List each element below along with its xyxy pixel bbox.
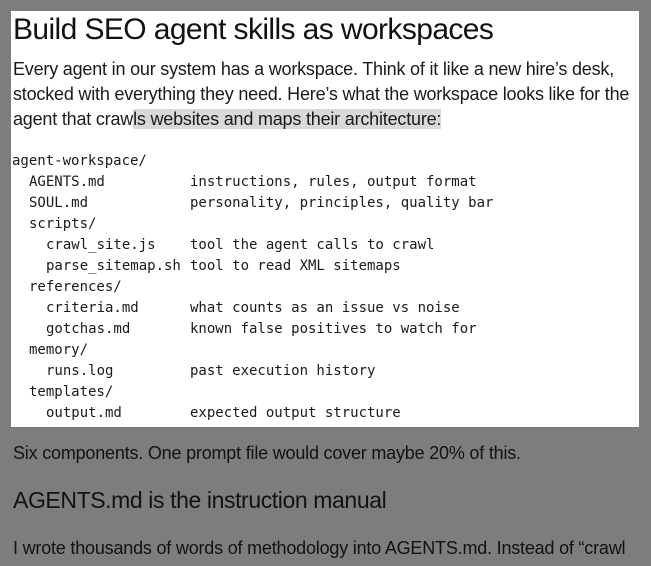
tree-folder-name: templates/ xyxy=(29,384,114,400)
tree-file-description: instructions, rules, output format xyxy=(190,174,477,190)
highlighted-article-card: Build SEO agent skills as workspaces Eve… xyxy=(11,11,639,427)
tree-file-name: criteria.md xyxy=(46,300,139,316)
intro-text-selection[interactable]: ls websites and maps their architecture: xyxy=(133,109,441,129)
tree-file-name: runs.log xyxy=(46,363,114,379)
tree-row-memory: memory/ xyxy=(12,340,88,361)
tree-folder-name: scripts/ xyxy=(29,216,97,232)
tree-file-description: what counts as an issue vs noise xyxy=(190,300,460,316)
tree-file-description: tool the agent calls to crawl xyxy=(190,237,435,253)
tree-row-references: references/ xyxy=(12,277,122,298)
tree-row-templates: templates/ xyxy=(12,382,113,403)
body-paragraph: Six components. One prompt file would co… xyxy=(13,443,521,463)
tree-file-name: AGENTS.md xyxy=(29,174,105,190)
tree-row-scripts: scripts/ xyxy=(12,214,96,235)
tree-file-description: known false positives to watch for xyxy=(190,321,477,337)
article-title: Build SEO agent skills as workspaces xyxy=(13,13,494,46)
tree-file-name: output.md xyxy=(46,405,122,421)
tree-file-name: SOUL.md xyxy=(29,195,89,211)
tree-row-parse-sitemap: parse_sitemap.sh tool to read XML sitema… xyxy=(12,256,401,277)
tree-row-runs-log: runs.log past execution history xyxy=(12,361,375,382)
tree-row-soul-md: SOUL.md personality, principles, quality… xyxy=(12,193,493,214)
tree-row-output-md: output.md expected output structure xyxy=(12,403,401,424)
tree-folder-name: references/ xyxy=(29,279,122,295)
tree-row-gotchas: gotchas.md known false positives to watc… xyxy=(12,319,477,340)
intro-paragraph: Every agent in our system has a workspac… xyxy=(13,57,639,132)
section-heading: AGENTS.md is the instruction manual xyxy=(13,487,387,513)
tree-row-criteria: criteria.md what counts as an issue vs n… xyxy=(12,298,460,319)
tree-file-name: gotchas.md xyxy=(46,321,131,337)
workspace-file-tree: agent-workspace/ AGENTS.md instructions,… xyxy=(12,151,493,424)
tree-folder-name: memory/ xyxy=(29,342,89,358)
tree-file-name: crawl_site.js xyxy=(46,237,156,253)
tree-file-description: tool to read XML sitemaps xyxy=(190,258,401,274)
tree-folder-name: agent-workspace/ xyxy=(12,153,147,169)
tree-row-crawl-site: crawl_site.js tool the agent calls to cr… xyxy=(12,235,434,256)
tree-file-description: past execution history xyxy=(190,363,376,379)
body-paragraph: I wrote thousands of words of methodolog… xyxy=(13,538,626,558)
tree-row-agent-workspace: agent-workspace/ xyxy=(12,151,147,172)
tree-file-description: personality, principles, quality bar xyxy=(190,195,494,211)
tree-file-name: parse_sitemap.sh xyxy=(46,258,181,274)
tree-file-description: expected output structure xyxy=(190,405,401,421)
tree-row-agents-md: AGENTS.md instructions, rules, output fo… xyxy=(12,172,477,193)
